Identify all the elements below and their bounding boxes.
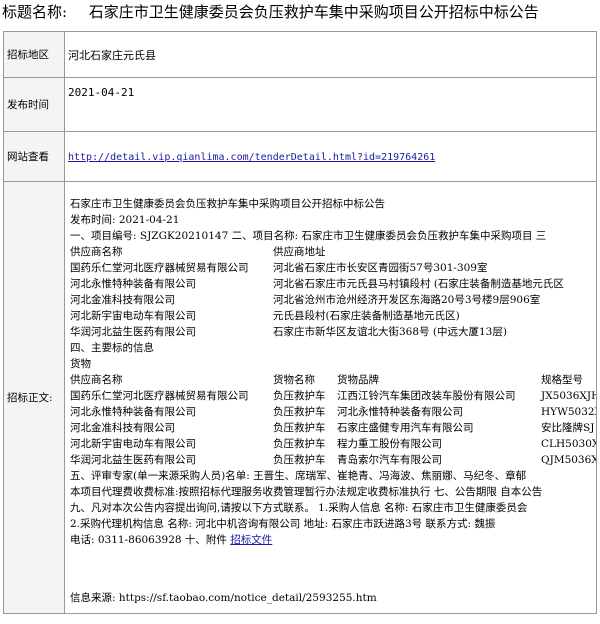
notice-body: 石家庄市卫生健康委员会负压救护车集中采购项目公开招标中标公告 发布时间: 202… <box>65 182 596 612</box>
supplier-cell: 河北永惟特种装备有限公司 <box>70 278 196 290</box>
supplier-header-cell: 供应商名称 <box>70 246 123 258</box>
section-4-heading: 四、主要标的信息 <box>70 342 154 354</box>
goods-cell: CLH5030XJH <box>541 438 596 450</box>
page-title-bar: 标题名称: 石家庄市卫生健康委员会负压救护车集中采购项目公开招标中标公告 <box>0 0 600 28</box>
goods-cell: 负压救护车 <box>273 406 326 418</box>
row-date: 发布时间 2021-04-21 <box>3 77 597 132</box>
goods-header-cell: 规格型号 <box>541 374 583 386</box>
goods-cell: 负压救护车 <box>273 422 326 434</box>
source-line: 信息来源: https://sf.taobao.com/notice_detai… <box>70 592 377 604</box>
contact-line: 电话: 0311-86063928 十、附件 <box>70 534 231 546</box>
goods-header-cell: 供应商名称 <box>70 374 123 386</box>
goods-cell: 河北永惟特种装备有限公司 <box>337 406 463 418</box>
goods-header-cell: 货物品牌 <box>337 374 379 386</box>
goods-cell: JX5036XJHZ <box>541 390 596 402</box>
goods-cell: 河北新宇宙电动车有限公司 <box>70 438 196 450</box>
para-line: 本项目代理费收费标准:按照招标代理服务收费管理暂行办法规定收费标准执行 七、公告… <box>70 486 543 498</box>
supplier-header-cell: 供应商地址 <box>273 246 326 258</box>
para-line: 九、凡对本次公告内容提出询问,请按以下方式联系。 1.采购人信息 名称: 石家庄… <box>70 502 528 514</box>
para-line: 2.采购代理机构信息 名称: 河北中机咨询有限公司 地址: 石家庄市跃进路3号 … <box>70 518 496 530</box>
publish-line: 发布时间: 2021-04-21 <box>70 214 180 226</box>
attachment-link[interactable]: 招标文件 <box>230 534 272 546</box>
goods-cell: 国药乐仁堂河北医疗器械贸易有限公司 <box>70 390 249 402</box>
supplier-cell: 国药乐仁堂河北医疗器械贸易有限公司 <box>70 262 249 274</box>
supplier-cell: 河北省石家庄市长安区青园街57号301-309室 <box>273 262 488 274</box>
supplier-cell: 河北金准科技有限公司 <box>70 294 175 306</box>
goods-cell: 安比隆牌SJ <box>541 422 595 434</box>
goods-cell: 江西江铃汽车集团改装车股份有限公司 <box>337 390 516 402</box>
body-label: 招标正文: <box>3 181 65 614</box>
site-label: 网站查看 <box>3 131 65 182</box>
goods-cell: 负压救护车 <box>273 390 326 402</box>
date-label: 发布时间 <box>3 77 65 132</box>
item-line: 一、项目编号: SJZGK20210147 二、项目名称: 石家庄市卫生健康委员… <box>70 230 547 242</box>
page-title: 石家庄市卫生健康委员会负压救护车集中采购项目公开招标中标公告 <box>88 3 539 21</box>
para-line: 五、评审专家(单一来源采购人员)名单: 王晋生、席瑞军、崔艳青、冯海波、焦丽娜、… <box>70 470 527 482</box>
goods-cell: 负压救护车 <box>273 438 326 450</box>
notice-info-table: 招标地区 河北石家庄元氏县 发布时间 2021-04-21 网站查看 http:… <box>3 31 597 614</box>
supplier-cell: 元氏县段村(石家庄装备制造基地元氏区) <box>273 310 460 322</box>
row-region: 招标地区 河北石家庄元氏县 <box>3 31 597 78</box>
supplier-cell: 石家庄市新华区友谊北大街368号 (中远大厦13层) <box>273 326 507 338</box>
region-label: 招标地区 <box>3 31 65 78</box>
goods-header-cell: 货物名称 <box>273 374 315 386</box>
goods-cell: 华润河北益生医药有限公司 <box>70 454 196 466</box>
supplier-cell: 河北省石家庄市元氏县马村镇段村 (石家庄装备制造基地元氏区 <box>273 278 564 290</box>
supplier-cell: 河北新宇宙电动车有限公司 <box>70 310 196 322</box>
goods-cell: 程力重工股份有限公司 <box>337 438 442 450</box>
goods-cell: 河北金准科技有限公司 <box>70 422 175 434</box>
row-site: 网站查看 http://detail.vip.qianlima.com/tend… <box>3 131 597 182</box>
title-label: 标题名称: <box>2 3 68 21</box>
goods-cell: 河北永惟特种装备有限公司 <box>70 406 196 418</box>
date-value: 2021-04-21 <box>64 77 597 132</box>
supplier-cell: 华润河北益生医药有限公司 <box>70 326 196 338</box>
goods-cell: 石家庄盛健专用汽车有限公司 <box>337 422 474 434</box>
goods-label: 货物 <box>70 358 91 370</box>
region-value: 河北石家庄元氏县 <box>64 31 597 78</box>
goods-cell: 青岛索尔汽车有限公司 <box>337 454 442 466</box>
detail-link[interactable]: http://detail.vip.qianlima.com/tenderDet… <box>68 152 435 163</box>
row-body: 招标正文: 石家庄市卫生健康委员会负压救护车集中采购项目公开招标中标公告 发布时… <box>3 181 597 614</box>
goods-cell: 负压救护车 <box>273 454 326 466</box>
goods-cell: QJM5036XJH <box>541 454 596 466</box>
goods-cell: HYW5032XJH <box>541 406 596 418</box>
para-line: 电话: 0311-86063928 十、附件 招标文件 <box>70 532 272 548</box>
supplier-cell: 河北省沧州市沧州经济开发区东海路20号3号楼9层906室 <box>273 294 541 306</box>
body-heading: 石家庄市卫生健康委员会负压救护车集中采购项目公开招标中标公告 <box>70 198 385 210</box>
